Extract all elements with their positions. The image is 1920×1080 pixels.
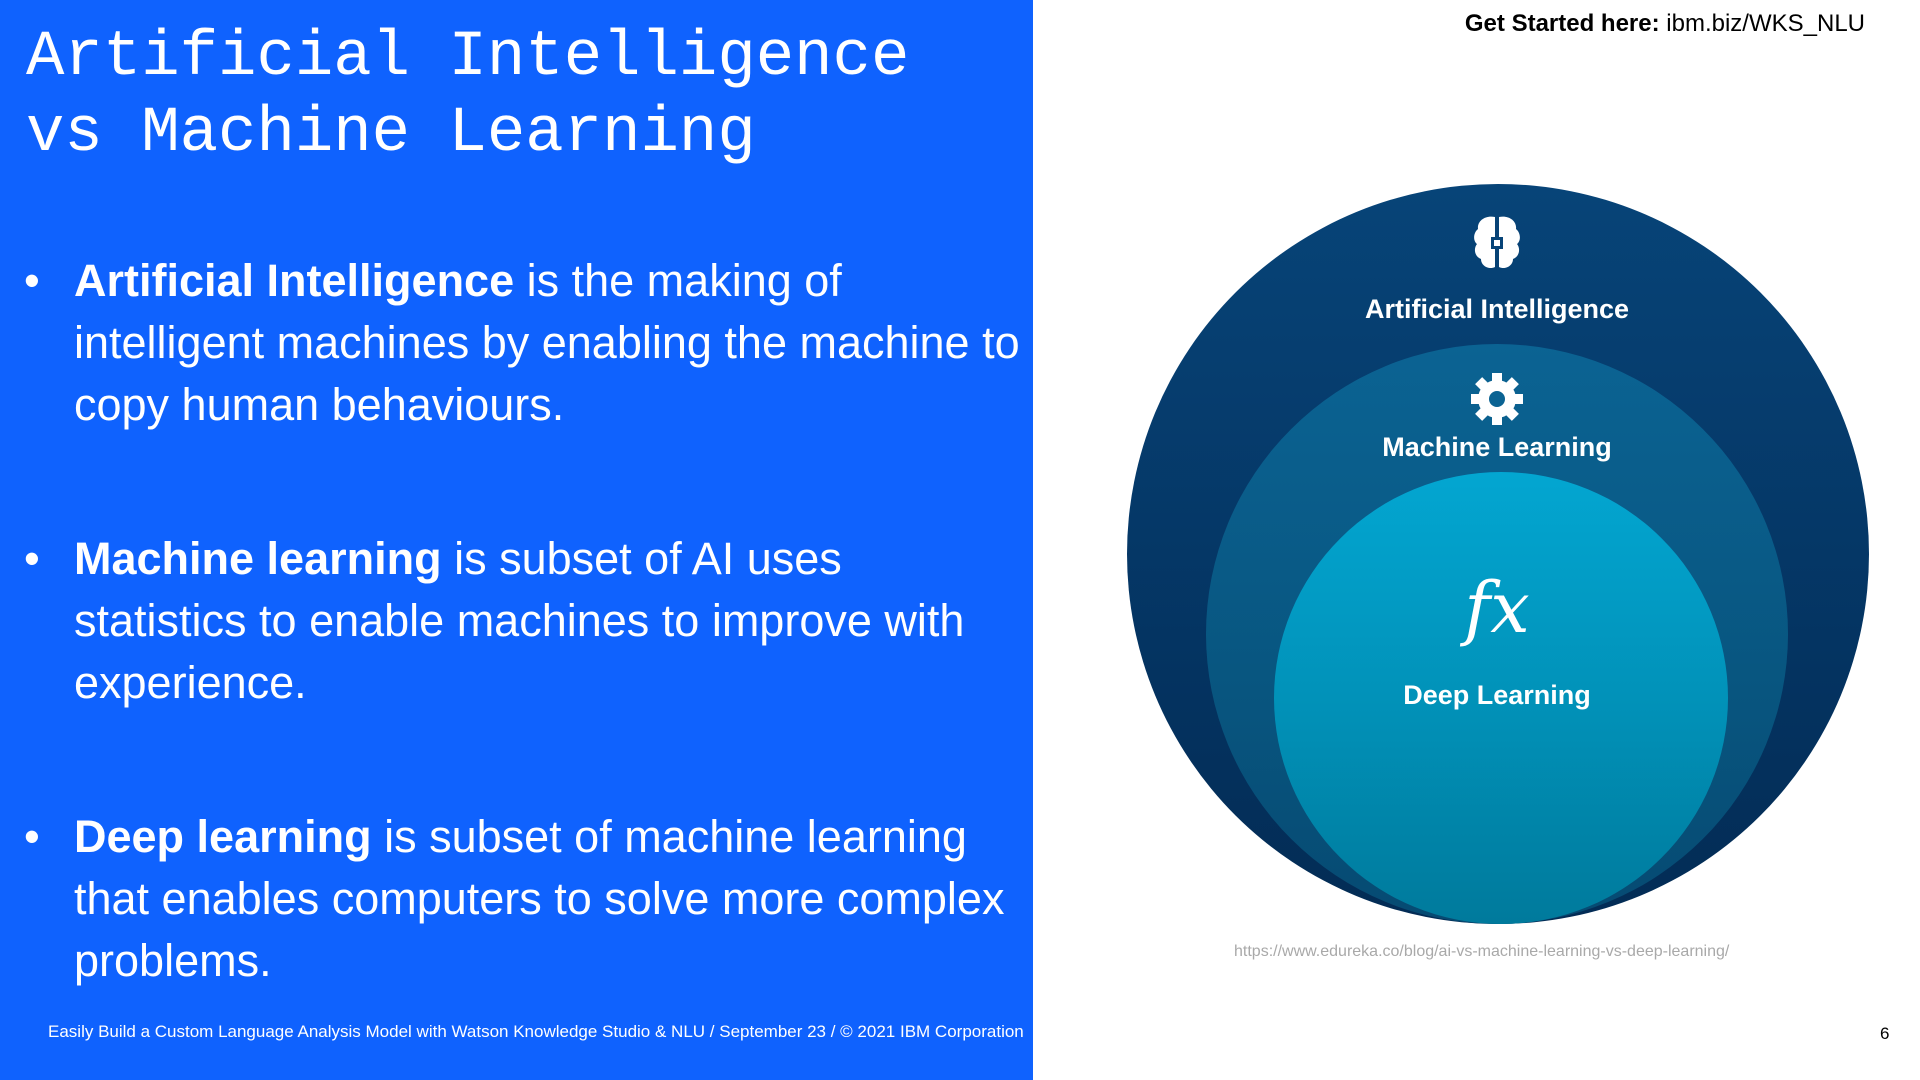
slide-title: Artificial Intelligence vs Machine Learn… (26, 20, 909, 172)
source-url[interactable]: https://www.edureka.co/blog/ai-vs-machin… (1234, 943, 1729, 961)
page-number: 6 (1880, 1024, 1890, 1043)
slide-footer: Easily Build a Custom Language Analysis … (48, 1022, 1024, 1041)
get-started: Get Started here: ibm.biz/WKS_NLU (1465, 10, 1865, 38)
bullet-ml: Machine learning is subset of AI uses st… (24, 528, 1024, 714)
bullet-ai: Artificial Intelligence is the making of… (24, 250, 1024, 436)
dl-label: Deep Learning (1403, 680, 1591, 710)
bullet-dl: Deep learning is subset of machine learn… (24, 806, 1024, 992)
title-line-1: Artificial Intelligence (26, 22, 910, 94)
ml-label: Machine Learning (1382, 432, 1612, 462)
brain-chip-icon (1471, 213, 1523, 276)
ai-label: Artificial Intelligence (1364, 294, 1630, 324)
get-started-link[interactable]: ibm.biz/WKS_NLU (1666, 10, 1865, 37)
bullet-term: Deep learning (74, 811, 372, 862)
bullet-term: Machine learning (74, 533, 442, 584)
bullet-term: Artificial Intelligence (74, 255, 515, 306)
function-fx-icon: fx (1464, 567, 1530, 649)
get-started-label: Get Started here: (1464, 10, 1660, 37)
title-line-2: vs Machine Learning (26, 98, 756, 170)
gear-icon (1470, 372, 1524, 431)
blue-panel: Artificial Intelligence vs Machine Learn… (0, 0, 1033, 1080)
